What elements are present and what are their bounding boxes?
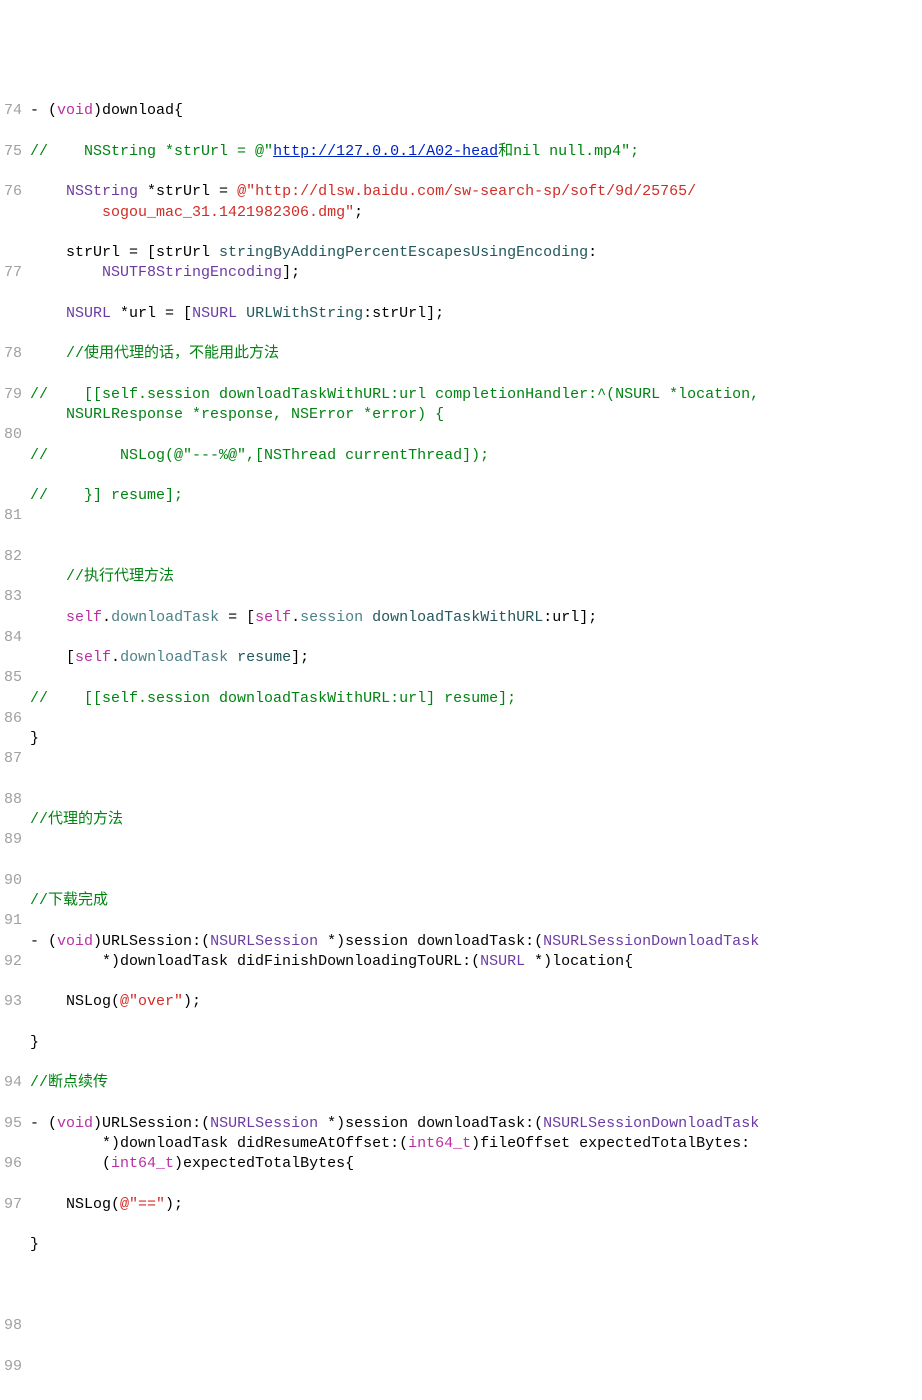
code-line[interactable]: strUrl = [strUrl stringByAddingPercentEs… (30, 243, 922, 284)
line-number: 94 (4, 1073, 22, 1093)
code-line[interactable]: // [[self.session downloadTaskWithURL:ur… (30, 385, 922, 426)
line-number: 79 (4, 385, 22, 405)
code-line[interactable]: NSLog(@"over"); (30, 992, 922, 1012)
code-line[interactable]: //断点续传 (30, 1073, 922, 1093)
code-line[interactable] (30, 770, 922, 790)
line-number: 98 (4, 1316, 22, 1336)
type-name: NSURLSessionDownloadTask (543, 933, 759, 950)
line-number-gutter: 74 75 76 77 78 79 80 81 82 83 84 85 86 8… (0, 81, 30, 1397)
code-line[interactable]: self.downloadTask = [self.session downlo… (30, 608, 922, 628)
line-number: 95 (4, 1114, 22, 1134)
line-number: 89 (4, 830, 22, 850)
code-line[interactable]: //使用代理的话，不能用此方法 (30, 344, 922, 364)
line-number: 91 (4, 911, 22, 931)
code-line[interactable]: - (void)URLSession:(NSURLSession *)sessi… (30, 932, 922, 973)
code-line[interactable]: // NSString *strUrl = @"http://127.0.0.1… (30, 142, 922, 162)
code-line[interactable] (30, 851, 922, 871)
code-line[interactable]: //代理的方法 (30, 810, 922, 830)
line-number: 77 (4, 263, 22, 283)
line-number: 76 (4, 182, 22, 202)
code-line[interactable]: - (void)URLSession:(NSURLSession *)sessi… (30, 1114, 922, 1175)
line-number: 86 (4, 709, 22, 729)
code-line[interactable]: NSLog(@"=="); (30, 1195, 922, 1215)
line-number: 93 (4, 992, 22, 1012)
code-line[interactable]: [self.downloadTask resume]; (30, 648, 922, 668)
line-number: 80 (4, 425, 22, 445)
line-number: 75 (4, 142, 22, 162)
code-editor[interactable]: 74 75 76 77 78 79 80 81 82 83 84 85 86 8… (0, 81, 922, 1397)
code-line[interactable]: // }] resume]; (30, 486, 922, 506)
code-content[interactable]: - (void)download{ // NSString *strUrl = … (30, 81, 922, 1397)
code-line[interactable]: //下载完成 (30, 891, 922, 911)
code-line[interactable]: } (30, 729, 922, 749)
line-number: 85 (4, 668, 22, 688)
line-number: 96 (4, 1154, 22, 1174)
code-line[interactable]: //执行代理方法 (30, 567, 922, 587)
line-number: 97 (4, 1195, 22, 1215)
line-number: 81 (4, 506, 22, 526)
code-line[interactable]: NSURL *url = [NSURL URLWithString:strUrl… (30, 304, 922, 324)
code-line[interactable] (30, 527, 922, 547)
code-line[interactable]: // [[self.session downloadTaskWithURL:ur… (30, 689, 922, 709)
line-number: 92 (4, 952, 22, 972)
method-call: stringByAddingPercentEscapesUsingEncodin… (219, 244, 588, 261)
line-number: 78 (4, 344, 22, 364)
line-number: 88 (4, 790, 22, 810)
line-number: 99 (4, 1357, 22, 1377)
code-line[interactable]: } (30, 1033, 922, 1053)
code-line[interactable]: // NSLog(@"---%@",[NSThread currentThrea… (30, 446, 922, 466)
line-number: 83 (4, 587, 22, 607)
line-number: 90 (4, 871, 22, 891)
line-number: 87 (4, 749, 22, 769)
line-number: 74 (4, 101, 22, 121)
type-name: NSURLSessionDownloadTask (543, 1115, 759, 1132)
code-line[interactable]: } (30, 1235, 922, 1255)
line-number: 84 (4, 628, 22, 648)
code-line[interactable]: NSString *strUrl = @"http://dlsw.baidu.c… (30, 182, 922, 223)
code-line[interactable]: - (void)download{ (30, 101, 922, 121)
line-number: 82 (4, 547, 22, 567)
